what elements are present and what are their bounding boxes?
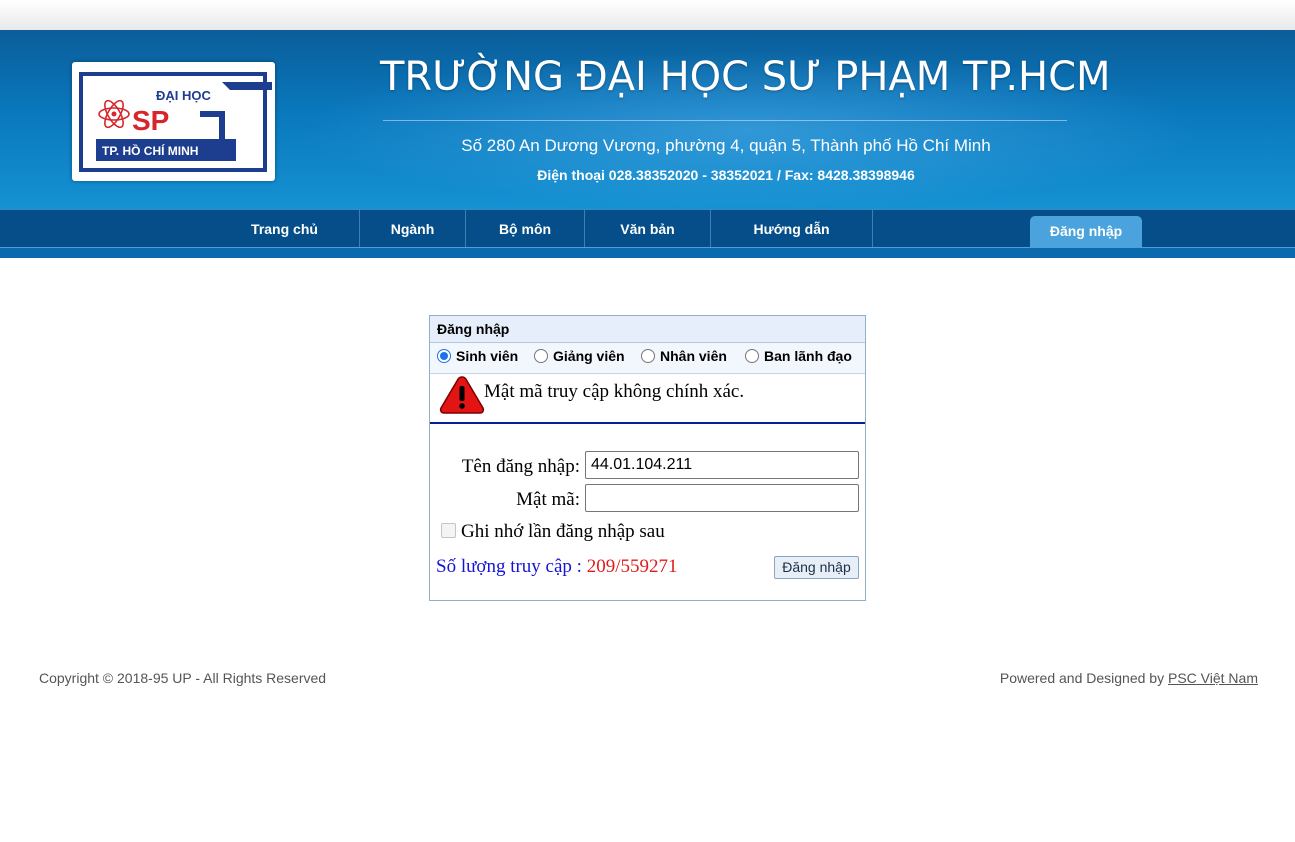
role-student[interactable]: Sinh viên bbox=[437, 348, 518, 364]
visit-counter: Số lượng truy cập : 209/559271 bbox=[436, 556, 677, 578]
nav-login-tab[interactable]: Đăng nhập bbox=[1030, 216, 1142, 247]
footer-psc-link[interactable]: PSC Việt Nam bbox=[1168, 670, 1258, 686]
title-divider bbox=[383, 120, 1067, 121]
role-board[interactable]: Ban lãnh đạo bbox=[745, 348, 852, 364]
site-address: Số 280 An Dương Vương, phường 4, quận 5,… bbox=[461, 136, 991, 155]
role-selector: Sinh viên Giảng viên Nhân viên Ban lãnh … bbox=[430, 343, 865, 374]
nav-item-documents[interactable]: Văn bản bbox=[585, 210, 711, 248]
visit-counter-value: 209/559271 bbox=[586, 556, 678, 577]
site-title: TRƯỜNG ĐẠI HỌC SƯ PHẠM TP.HCM bbox=[380, 54, 1111, 100]
site-header: ĐẠI HỌC SP TP. HỒ CHÍ MINH TRƯỜNG ĐẠI HỌ… bbox=[0, 30, 1295, 210]
logo-line3: TP. HỒ CHÍ MINH bbox=[102, 143, 198, 158]
warning-icon bbox=[439, 376, 485, 414]
role-lecturer-radio[interactable] bbox=[534, 349, 548, 363]
logo-line1: ĐẠI HỌC bbox=[156, 88, 212, 103]
role-staff[interactable]: Nhân viên bbox=[641, 348, 727, 364]
login-panel-title: Đăng nhập bbox=[430, 316, 865, 343]
role-board-radio[interactable] bbox=[745, 349, 759, 363]
footer-copyright: Copyright © 2018-95 UP - All Rights Rese… bbox=[39, 670, 327, 686]
nav-item-guide[interactable]: Hướng dẫn bbox=[711, 210, 873, 248]
nav-item-majors[interactable]: Ngành bbox=[360, 210, 466, 248]
footer-powered: Powered and Designed by PSC Việt Nam bbox=[996, 670, 1258, 686]
visit-counter-label: Số lượng truy cập : bbox=[436, 556, 582, 577]
password-label: Mật mã: bbox=[516, 489, 580, 510]
remember-label: Ghi nhớ lần đăng nhập sau bbox=[461, 521, 665, 542]
nav-item-home[interactable]: Trang chủ bbox=[210, 210, 360, 248]
role-lecturer-label: Giảng viên bbox=[553, 348, 625, 364]
university-logo[interactable]: ĐẠI HỌC SP TP. HỒ CHÍ MINH bbox=[72, 62, 275, 181]
role-staff-radio[interactable] bbox=[641, 349, 655, 363]
logo-graphic: ĐẠI HỌC SP TP. HỒ CHÍ MINH bbox=[79, 72, 272, 172]
role-lecturer[interactable]: Giảng viên bbox=[534, 348, 625, 364]
error-text: Mật mã truy cập không chính xác. bbox=[484, 381, 745, 402]
remember-checkbox[interactable] bbox=[441, 523, 456, 538]
role-staff-label: Nhân viên bbox=[660, 348, 727, 364]
role-student-label: Sinh viên bbox=[456, 348, 519, 364]
role-board-label: Ban lãnh đạo bbox=[764, 348, 852, 364]
error-message-box: Mật mã truy cập không chính xác. bbox=[430, 375, 865, 424]
password-field[interactable] bbox=[585, 484, 859, 512]
nav-bottom-bar bbox=[0, 247, 1295, 258]
username-field[interactable]: 44.01.104.211 bbox=[585, 451, 859, 479]
footer-powered-prefix: Powered and Designed by bbox=[999, 670, 1165, 686]
nav-item-departments[interactable]: Bộ môn bbox=[466, 210, 585, 248]
site-phone: Điện thoại 028.38352020 - 38352021 / Fax… bbox=[537, 167, 915, 183]
username-label: Tên đăng nhập: bbox=[461, 456, 580, 477]
browser-top-strip bbox=[0, 0, 1295, 30]
login-submit-button[interactable]: Đăng nhập bbox=[774, 556, 859, 579]
role-student-radio[interactable] bbox=[437, 349, 451, 363]
login-panel: Đăng nhập Sinh viên Giảng viên Nhân viên… bbox=[429, 315, 866, 601]
logo-line2: SP bbox=[132, 105, 169, 136]
